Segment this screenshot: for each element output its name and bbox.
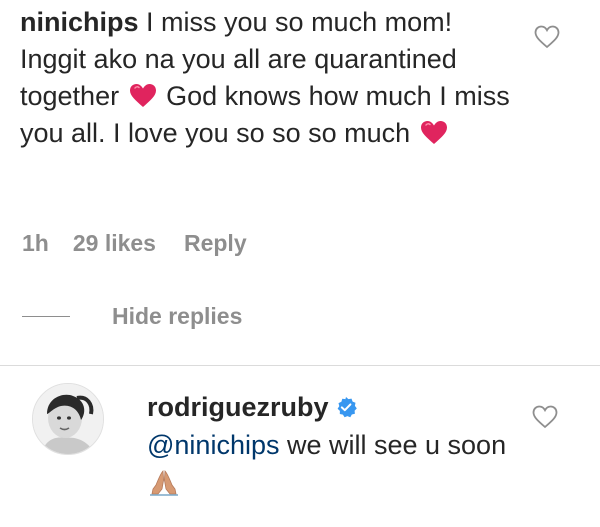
reply-body: rodriguezruby @ninichips we will see u s… — [147, 388, 507, 502]
reply-avatar[interactable] — [32, 383, 104, 455]
reply-text: we will see u soon — [279, 430, 507, 460]
red-heart-emoji-icon — [420, 121, 447, 144]
comment-username[interactable]: ninichips — [20, 7, 139, 37]
user-avatar-icon — [33, 384, 103, 454]
reply-username[interactable]: rodriguezruby — [147, 392, 329, 422]
hide-replies-label: Hide replies — [112, 303, 243, 329]
comment-likes-count[interactable]: 29 likes — [73, 230, 156, 257]
red-heart-emoji-icon — [129, 84, 156, 107]
comment-time: 1h — [22, 230, 49, 256]
section-divider — [0, 365, 600, 366]
replies-divider-line — [22, 316, 70, 317]
heart-outline-icon[interactable] — [534, 25, 560, 49]
reply-mention-link[interactable]: @ninichips — [147, 430, 279, 460]
heart-outline-icon[interactable] — [532, 405, 558, 429]
comment-body: ninichips I miss you so much mom! Inggit… — [20, 4, 520, 152]
hide-replies-button[interactable]: Hide replies — [22, 303, 242, 330]
comment-meta: 1h 29 likes Reply — [22, 230, 247, 257]
reply-button[interactable]: Reply — [184, 230, 247, 257]
verified-badge-icon — [337, 397, 357, 418]
folded-hands-emoji-icon — [150, 470, 178, 496]
